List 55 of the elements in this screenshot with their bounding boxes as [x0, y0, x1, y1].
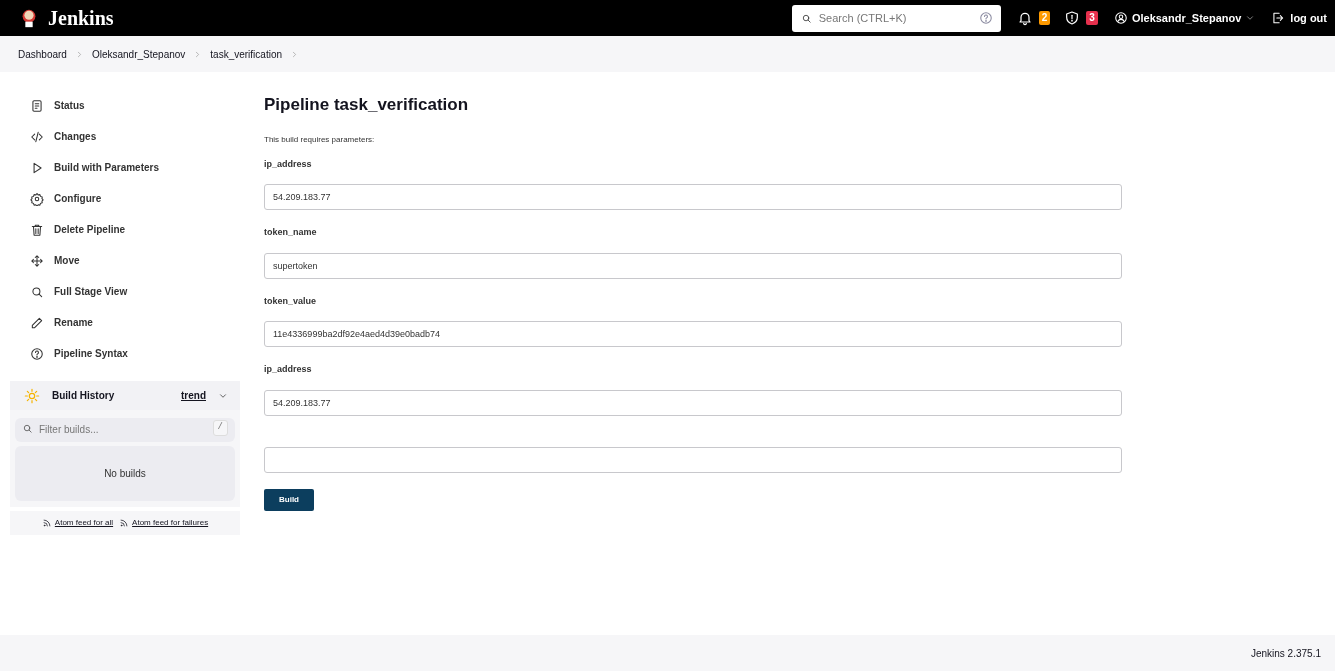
trend-link[interactable]: trend: [181, 388, 206, 403]
sidebar-item[interactable]: Full Stage View: [10, 276, 250, 307]
trash-icon: [30, 222, 44, 237]
parameter-label: ip_address: [264, 363, 313, 376]
code-icon: [30, 129, 44, 144]
parameter-label: ip_address: [264, 157, 313, 171]
chevron-down-icon: [1245, 13, 1256, 23]
sidebar-item[interactable]: Status: [10, 90, 250, 121]
version-text: Jenkins 2.375.1: [1250, 646, 1321, 661]
text-field[interactable]: [264, 446, 1122, 473]
sun-icon: [24, 387, 40, 404]
move-icon: [30, 253, 44, 268]
text-field[interactable]: 54.209.183.77: [264, 184, 1122, 210]
settings-icon: [30, 191, 44, 206]
help-icon: [978, 10, 993, 25]
text-field[interactable]: 11e4336999ba2df92e4aed4d39e0badb74: [264, 321, 1122, 347]
text-field[interactable]: supertoken: [264, 252, 1122, 279]
breadcrumb-link[interactable]: Dashboard: [18, 46, 67, 62]
search-icon: [800, 12, 812, 24]
search-field[interactable]: Search (CTRL+K): [791, 4, 1001, 32]
intro-text: This build requires parameters:: [264, 133, 376, 146]
document-icon: [30, 98, 44, 113]
play-icon: [30, 160, 44, 175]
parameter-label: token_name: [264, 226, 318, 239]
logout-link[interactable]: log out: [1271, 9, 1327, 27]
sidebar-item[interactable]: Rename: [10, 307, 250, 338]
rss-icon: [41, 518, 52, 528]
sidebar-item[interactable]: Move: [10, 245, 250, 276]
sidebar-item[interactable]: Pipeline Syntax: [10, 338, 250, 369]
rss-icon: [119, 518, 130, 528]
shield-icon: [1064, 10, 1081, 26]
brand-name[interactable]: Jenkins: [48, 3, 114, 33]
search-icon: [30, 284, 44, 299]
sidebar-item[interactable]: Build with Parameters: [10, 152, 250, 183]
feed-link[interactable]: Atom feed for all: [41, 517, 114, 529]
breadcrumb-link[interactable]: task_verification: [210, 46, 283, 62]
user-menu[interactable]: Oleksandr_Stepanov: [1113, 9, 1256, 27]
breadcrumb-link[interactable]: Oleksandr_Stepanov: [91, 46, 186, 62]
empty-builds-text: No builds: [104, 467, 146, 481]
parameter-label: token_value: [264, 294, 318, 308]
user-icon: [1113, 11, 1128, 25]
build-button[interactable]: Build: [264, 488, 314, 511]
text-field[interactable]: 54.209.183.77: [264, 389, 1122, 416]
sidebar-item[interactable]: Configure: [10, 183, 250, 214]
pencil-icon: [30, 315, 44, 330]
feed-link[interactable]: Atom feed for failures: [119, 517, 209, 529]
build-history-title: Build History: [52, 389, 116, 403]
user-name: Oleksandr_Stepanov: [1131, 10, 1242, 26]
help-icon: [30, 346, 44, 361]
search-icon: [22, 423, 33, 434]
logout-icon: [1271, 11, 1286, 25]
sidebar-item[interactable]: Delete Pipeline: [10, 214, 250, 245]
page-title: Pipeline task_verification: [264, 94, 470, 116]
security-count[interactable]: 3: [1086, 11, 1098, 25]
sidebar-item[interactable]: Changes: [10, 121, 250, 152]
